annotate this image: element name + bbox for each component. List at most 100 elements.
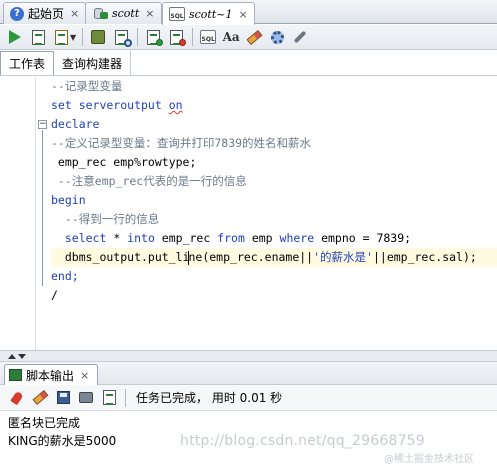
code-token: emp_rec emp%rowtype; <box>51 155 197 169</box>
code-token: ne(emp_rec.ename|| <box>188 250 314 264</box>
code-token: --定义记录型变量：查询并打印7839的姓名和薪水 <box>51 136 312 150</box>
code-token: set serveroutput <box>51 98 169 112</box>
code-token: emp_rec <box>154 231 218 245</box>
code-token: ||emp_rec.sal); <box>372 250 477 264</box>
save-icon <box>56 391 70 404</box>
watermark-brand: @稀土掘金技术社区 <box>384 454 474 464</box>
document-icon <box>102 390 116 405</box>
clear-button[interactable] <box>243 26 265 48</box>
sql-history-button[interactable]: SQL <box>197 26 219 48</box>
code-line[interactable]: set serveroutput on <box>51 96 183 115</box>
code-token: begin <box>51 193 86 207</box>
output-document-button[interactable] <box>98 387 120 409</box>
print-output-button[interactable] <box>75 387 97 409</box>
autotrace-button[interactable] <box>110 26 133 48</box>
gear-icon <box>270 30 284 44</box>
output-tab-bar: 脚本输出 × <box>0 362 497 385</box>
code-token: dbms_output.put_li <box>51 250 190 264</box>
tuning-advisor-button[interactable] <box>266 26 288 48</box>
expand-up-icon[interactable] <box>8 354 16 359</box>
tab-scott-connection[interactable]: scott × <box>85 2 162 24</box>
code-line[interactable]: declare <box>51 115 99 134</box>
print-icon <box>79 392 93 403</box>
code-line[interactable]: --注意emp_rec代表的是一行的信息 <box>51 172 247 191</box>
close-icon[interactable]: × <box>145 7 154 20</box>
code-line[interactable]: --定义记录型变量：查询并打印7839的姓名和薪水 <box>51 134 311 153</box>
tab-query-builder[interactable]: 查询构建器 <box>54 51 132 75</box>
explain-plan-icon <box>91 30 106 44</box>
rollback-button[interactable] <box>165 26 187 48</box>
code-token: from <box>217 231 245 245</box>
output-line: 匿名块已完成 <box>8 416 81 430</box>
line-gutter <box>0 77 36 350</box>
script-output-icon <box>9 369 22 381</box>
document-icon <box>54 29 68 45</box>
code-line[interactable]: begin <box>51 191 86 210</box>
code-line[interactable]: end; <box>51 267 79 286</box>
close-icon[interactable]: × <box>70 7 79 20</box>
pin-icon <box>10 390 24 405</box>
code-token: empno = 7839; <box>314 231 412 245</box>
code-token: declare <box>51 117 100 131</box>
commit-menu-button[interactable] <box>50 26 72 48</box>
database-connection-icon <box>92 7 108 21</box>
code-token: into <box>127 231 155 245</box>
close-icon[interactable]: × <box>80 369 89 382</box>
fold-toggle-icon[interactable]: − <box>38 120 47 129</box>
run-script-icon <box>31 29 45 45</box>
monitor-button[interactable] <box>289 26 311 48</box>
pin-button[interactable] <box>6 387 28 409</box>
code-token: emp <box>244 231 280 245</box>
code-line[interactable]: / <box>51 286 58 305</box>
worksheet-toolbar: ▼ SQL Aa <box>0 25 497 50</box>
output-line: KING的薪水是5000 <box>8 434 117 448</box>
code-token: / <box>51 288 58 302</box>
gutter-divider <box>35 77 36 350</box>
code-line[interactable]: --记录型变量 <box>51 77 122 96</box>
to-upper-lower-button[interactable]: Aa <box>220 26 242 48</box>
fold-guide <box>42 130 43 286</box>
code-token: * <box>106 231 128 245</box>
eraser-icon <box>246 29 263 45</box>
sql-editor[interactable]: − --记录型变量 set serveroutput on declare --定义记… <box>0 77 497 350</box>
run-script-button[interactable] <box>27 26 49 48</box>
watermark-url: http://blog.csdn.net/qq_29668759 <box>180 433 425 449</box>
tab-start-page[interactable]: ? 起始页 × <box>3 2 87 24</box>
output-toolbar: 任务已完成， 用时 0.01 秒 <box>0 385 497 411</box>
tab-label: scott~1 <box>189 7 233 21</box>
sql-worksheet-icon: SQL <box>169 7 185 21</box>
run-statement-button[interactable] <box>4 26 26 48</box>
tab-worksheet[interactable]: 工作表 <box>0 51 55 75</box>
close-icon[interactable]: × <box>238 8 247 21</box>
toolbar-separator <box>137 28 139 46</box>
toolbar-separator <box>192 28 194 46</box>
wrench-icon <box>293 30 307 44</box>
explain-plan-button[interactable] <box>87 26 109 48</box>
tab-label: 脚本输出 <box>26 368 75 383</box>
worksheet-sub-tabs: 工作表 查询构建器 <box>0 51 497 76</box>
help-icon: ? <box>10 6 24 21</box>
code-token: --注意emp_rec代表的是一行的信息 <box>51 174 247 188</box>
panel-splitter[interactable] <box>0 350 497 362</box>
code-token: where <box>279 231 315 245</box>
commit-button[interactable] <box>142 26 164 48</box>
code-line[interactable]: emp_rec emp%rowtype; <box>51 153 196 172</box>
save-output-button[interactable] <box>52 387 74 409</box>
code-token: on <box>168 98 183 112</box>
code-line[interactable]: select * into emp_rec from emp where emp… <box>51 229 411 248</box>
code-line[interactable]: dbms_output.put_line(emp_rec.ename||'的薪水… <box>51 248 477 267</box>
task-status-text: 任务已完成， 用时 0.01 秒 <box>136 391 283 405</box>
tab-scott-worksheet[interactable]: SQL scott~1 × <box>162 2 255 25</box>
code-token: --得到一行的信息 <box>51 212 160 226</box>
clear-output-button[interactable] <box>29 387 51 409</box>
code-token: end; <box>51 269 79 283</box>
tab-label: scott <box>112 7 140 20</box>
run-statement-icon <box>9 30 21 44</box>
toolbar-separator <box>125 388 126 407</box>
collapse-down-icon[interactable] <box>18 354 26 359</box>
code-token: '的薪水是' <box>313 250 373 264</box>
code-line[interactable]: --得到一行的信息 <box>51 210 159 229</box>
tab-label: 起始页 <box>28 7 65 21</box>
tab-script-output[interactable]: 脚本输出 × <box>4 364 99 385</box>
sql-history-icon: SQL <box>200 30 217 44</box>
